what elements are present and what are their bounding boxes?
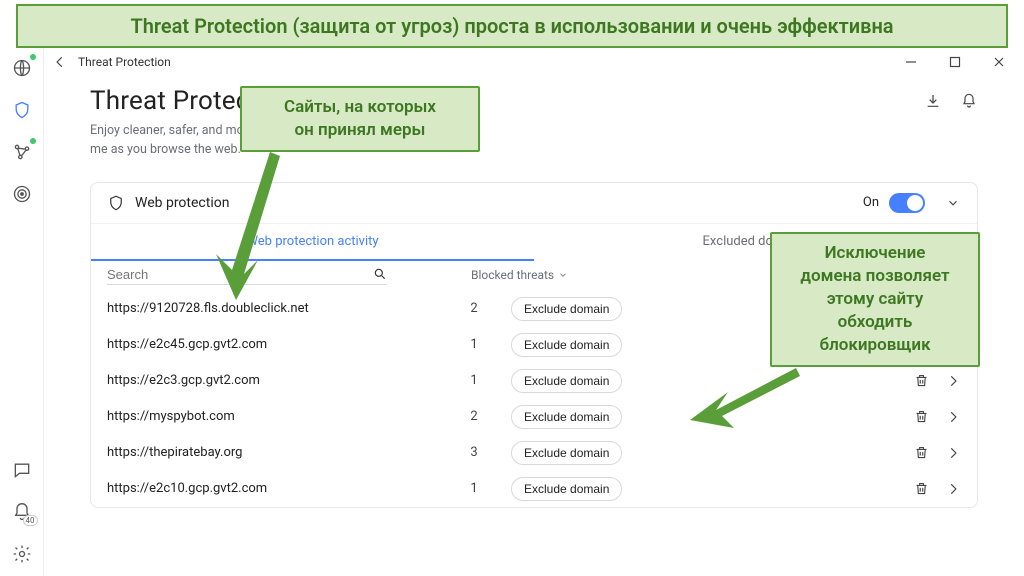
chevron-right-icon[interactable]: [945, 373, 961, 389]
back-button[interactable]: [52, 54, 68, 70]
minimize-button[interactable]: [894, 50, 928, 74]
radar-icon[interactable]: [10, 182, 34, 206]
exclude-domain-button[interactable]: Exclude domain: [511, 477, 622, 501]
shield-icon[interactable]: [10, 98, 34, 122]
sidebar: 40: [0, 48, 44, 576]
exclude-domain-button[interactable]: Exclude domain: [511, 369, 622, 393]
status-dot-icon: [30, 54, 36, 60]
row-url: https://e2c45.gcp.gvt2.com: [107, 337, 437, 352]
exclude-domain-button[interactable]: Exclude domain: [511, 405, 622, 429]
maximize-button[interactable]: [938, 50, 972, 74]
chevron-right-icon[interactable]: [945, 481, 961, 497]
table-row: https://e2c10.gcp.gvt2.com 1 Exclude dom…: [91, 471, 977, 507]
row-count: 2: [449, 301, 499, 316]
web-protection-toggle[interactable]: [889, 193, 925, 213]
chat-icon[interactable]: [10, 458, 34, 482]
row-count: 2: [449, 409, 499, 424]
gear-icon[interactable]: [10, 542, 34, 566]
notification-badge: 40: [23, 515, 38, 526]
row-url: https://9120728.fls.doubleclick.net: [107, 301, 437, 316]
toggle-state-label: On: [863, 195, 879, 210]
exclude-domain-button[interactable]: Exclude domain: [511, 333, 622, 357]
chevron-right-icon[interactable]: [945, 445, 961, 461]
table-row: https://myspybot.com 2 Exclude domain: [91, 399, 977, 435]
trash-icon[interactable]: [913, 481, 929, 497]
exclude-domain-button[interactable]: Exclude domain: [511, 297, 622, 321]
blocked-threats-column[interactable]: Blocked threats: [471, 268, 568, 282]
row-count: 1: [449, 337, 499, 352]
status-dot-icon: [30, 138, 36, 144]
annotation-sites: Сайты, на которыхон принял меры: [240, 86, 480, 152]
chevron-right-icon[interactable]: [945, 409, 961, 425]
download-icon[interactable]: [924, 92, 942, 110]
close-button[interactable]: [982, 50, 1016, 74]
globe-icon[interactable]: [10, 56, 34, 80]
bell-icon[interactable]: [960, 92, 978, 110]
table-row: https://thepiratebay.org 3 Exclude domai…: [91, 435, 977, 471]
row-count: 1: [449, 373, 499, 388]
row-count: 3: [449, 445, 499, 460]
trash-icon[interactable]: [913, 373, 929, 389]
search-icon[interactable]: [373, 267, 387, 281]
shield-icon: [107, 194, 125, 212]
window-title: Threat Protection: [78, 55, 171, 69]
row-url: https://thepiratebay.org: [107, 445, 437, 460]
chevron-down-icon[interactable]: [945, 195, 961, 211]
titlebar: Threat Protection: [44, 48, 1024, 76]
table-row: https://e2c3.gcp.gvt2.com 1 Exclude doma…: [91, 363, 977, 399]
trash-icon[interactable]: [913, 445, 929, 461]
row-url: https://e2c3.gcp.gvt2.com: [107, 373, 437, 388]
row-url: https://myspybot.com: [107, 409, 437, 424]
mesh-icon[interactable]: [10, 140, 34, 164]
row-url: https://e2c10.gcp.gvt2.com: [107, 481, 437, 496]
arrow-icon: [686, 360, 806, 440]
arrow-icon: [210, 142, 290, 302]
annotation-exclude: Исключение домена позволяет этому сайту …: [770, 232, 980, 367]
row-count: 1: [449, 481, 499, 496]
exclude-domain-button[interactable]: Exclude domain: [511, 441, 622, 465]
annotation-banner: Threat Protection (защита от угроз) прос…: [16, 4, 1008, 48]
trash-icon[interactable]: [913, 409, 929, 425]
tab-activity[interactable]: Web protection activity: [91, 224, 534, 261]
bell-icon[interactable]: 40: [10, 500, 34, 524]
